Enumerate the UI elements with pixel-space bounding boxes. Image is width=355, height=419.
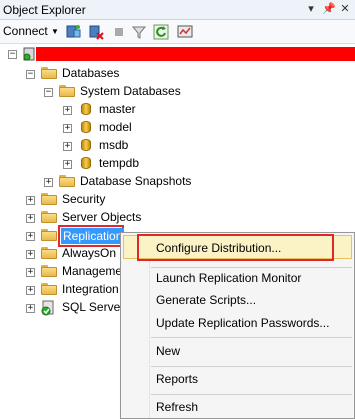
expand-icon[interactable]: + [44, 178, 53, 187]
database-icon [81, 156, 91, 169]
menu-separator [151, 366, 352, 367]
collapse-icon[interactable]: − [8, 50, 17, 59]
stop-icon[interactable] [110, 23, 127, 40]
connect-dropdown-icon[interactable]: ▼ [51, 24, 59, 40]
folder-icon [59, 175, 75, 187]
connect-server-icon[interactable] [64, 23, 81, 40]
folder-icon [41, 211, 57, 223]
window-title: Object Explorer [3, 3, 86, 17]
expand-icon[interactable]: + [63, 124, 72, 133]
expand-icon[interactable]: + [26, 196, 35, 205]
disconnect-icon[interactable] [87, 23, 104, 40]
expand-icon[interactable]: + [26, 304, 35, 313]
tree-item-server-objects[interactable]: Server Objects [62, 209, 141, 225]
expand-icon[interactable]: + [63, 106, 72, 115]
menu-item-configure-distribution[interactable]: Configure Distribution... [156, 240, 281, 256]
folder-icon [41, 193, 57, 205]
expand-icon[interactable]: + [63, 160, 72, 169]
refresh-icon[interactable] [152, 23, 169, 40]
menu-separator [151, 267, 352, 268]
folder-icon [41, 67, 57, 79]
folder-icon [41, 265, 57, 277]
database-icon [81, 102, 91, 115]
expand-icon[interactable]: + [26, 286, 35, 295]
menu-item-refresh[interactable]: Refresh [156, 399, 198, 415]
tree-item-system-databases[interactable]: System Databases [80, 83, 181, 99]
menu-item-launch-replication-monitor[interactable]: Launch Replication Monitor [156, 270, 301, 286]
tree-item-msdb[interactable]: msdb [99, 137, 128, 153]
tree-item-alwayson[interactable]: AlwaysOn H [62, 245, 128, 261]
dropdown-icon[interactable]: ▾ [305, 2, 317, 17]
database-icon [81, 138, 91, 151]
menu-item-generate-scripts[interactable]: Generate Scripts... [156, 292, 256, 308]
server-name-redacted[interactable] [36, 47, 355, 61]
folder-icon [59, 85, 75, 97]
tree-item-master[interactable]: master [99, 101, 136, 117]
menu-item-reports[interactable]: Reports [156, 371, 198, 387]
folder-icon [41, 229, 57, 241]
tree-item-replication[interactable]: Replication [61, 228, 125, 244]
filter-icon[interactable] [130, 23, 147, 40]
expand-icon[interactable]: + [26, 268, 35, 277]
tree-item-sql-server-agent[interactable]: SQL Server [62, 299, 124, 315]
menu-item-update-replication-passwords[interactable]: Update Replication Passwords... [156, 315, 329, 331]
folder-icon [41, 283, 57, 295]
expand-icon[interactable]: + [26, 232, 35, 241]
toolbar: Connect ▼ [0, 20, 355, 44]
tree-item-tempdb[interactable]: tempdb [99, 155, 139, 171]
tree-item-integration[interactable]: Integration [62, 281, 119, 297]
server-icon [22, 47, 36, 61]
tree-item-databases[interactable]: Databases [62, 65, 119, 81]
tree-item-security[interactable]: Security [62, 191, 105, 207]
tree-item-database-snapshots[interactable]: Database Snapshots [80, 173, 191, 189]
titlebar-icons: ▾ 📌 ✕ [305, 2, 351, 17]
tree-item-management[interactable]: Manageme [62, 263, 122, 279]
close-icon[interactable]: ✕ [339, 2, 351, 17]
tree-item-model[interactable]: model [99, 119, 132, 135]
collapse-icon[interactable]: − [44, 88, 53, 97]
menu-separator [151, 394, 352, 395]
activity-monitor-icon[interactable] [176, 23, 193, 40]
context-menu: Configure Distribution... Launch Replica… [120, 232, 355, 419]
menu-separator [151, 337, 352, 338]
expand-icon[interactable]: + [26, 250, 35, 259]
pin-icon[interactable]: 📌 [322, 2, 336, 17]
database-icon [81, 120, 91, 133]
connect-button[interactable]: Connect [3, 24, 48, 38]
sql-agent-icon [40, 300, 56, 316]
expand-icon[interactable]: + [26, 214, 35, 223]
collapse-icon[interactable]: − [26, 70, 35, 79]
menu-item-new[interactable]: New [156, 343, 180, 359]
expand-icon[interactable]: + [63, 142, 72, 151]
object-explorer-titlebar: Object Explorer ▾ 📌 ✕ [0, 0, 355, 20]
folder-icon [41, 247, 57, 259]
